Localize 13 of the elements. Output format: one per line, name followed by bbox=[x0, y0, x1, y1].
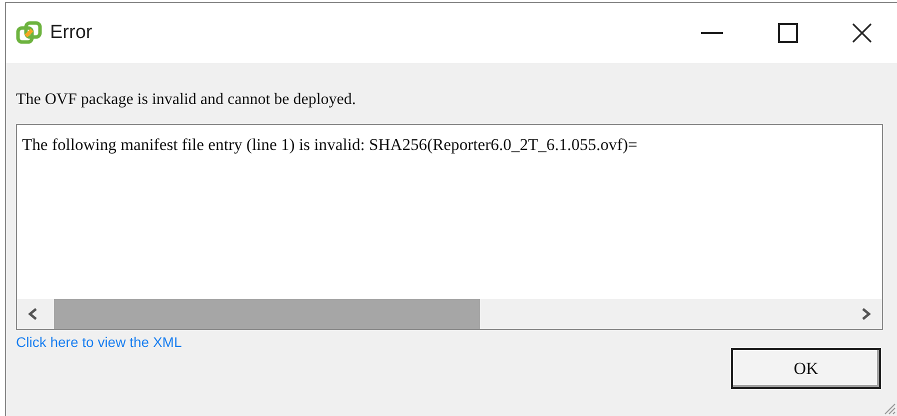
resize-grip-icon[interactable] bbox=[882, 401, 896, 415]
scrollbar-thumb[interactable] bbox=[54, 299, 480, 329]
ok-button[interactable]: OK bbox=[731, 348, 881, 389]
window-title: Error bbox=[50, 20, 92, 45]
scroll-left-icon[interactable] bbox=[27, 307, 39, 321]
app-logo-icon bbox=[16, 20, 42, 46]
scroll-right-icon[interactable] bbox=[860, 307, 872, 321]
minimize-icon bbox=[701, 32, 723, 34]
maximize-icon bbox=[778, 23, 798, 43]
horizontal-scrollbar[interactable] bbox=[17, 299, 882, 329]
close-icon bbox=[852, 23, 872, 43]
details-text: The following manifest file entry (line 1) is invalid: SHA256(Reporter6.0_2T_6.1.055.ovf)= bbox=[22, 135, 638, 155]
error-message: The OVF package is invalid and cannot be deployed. bbox=[16, 90, 357, 110]
